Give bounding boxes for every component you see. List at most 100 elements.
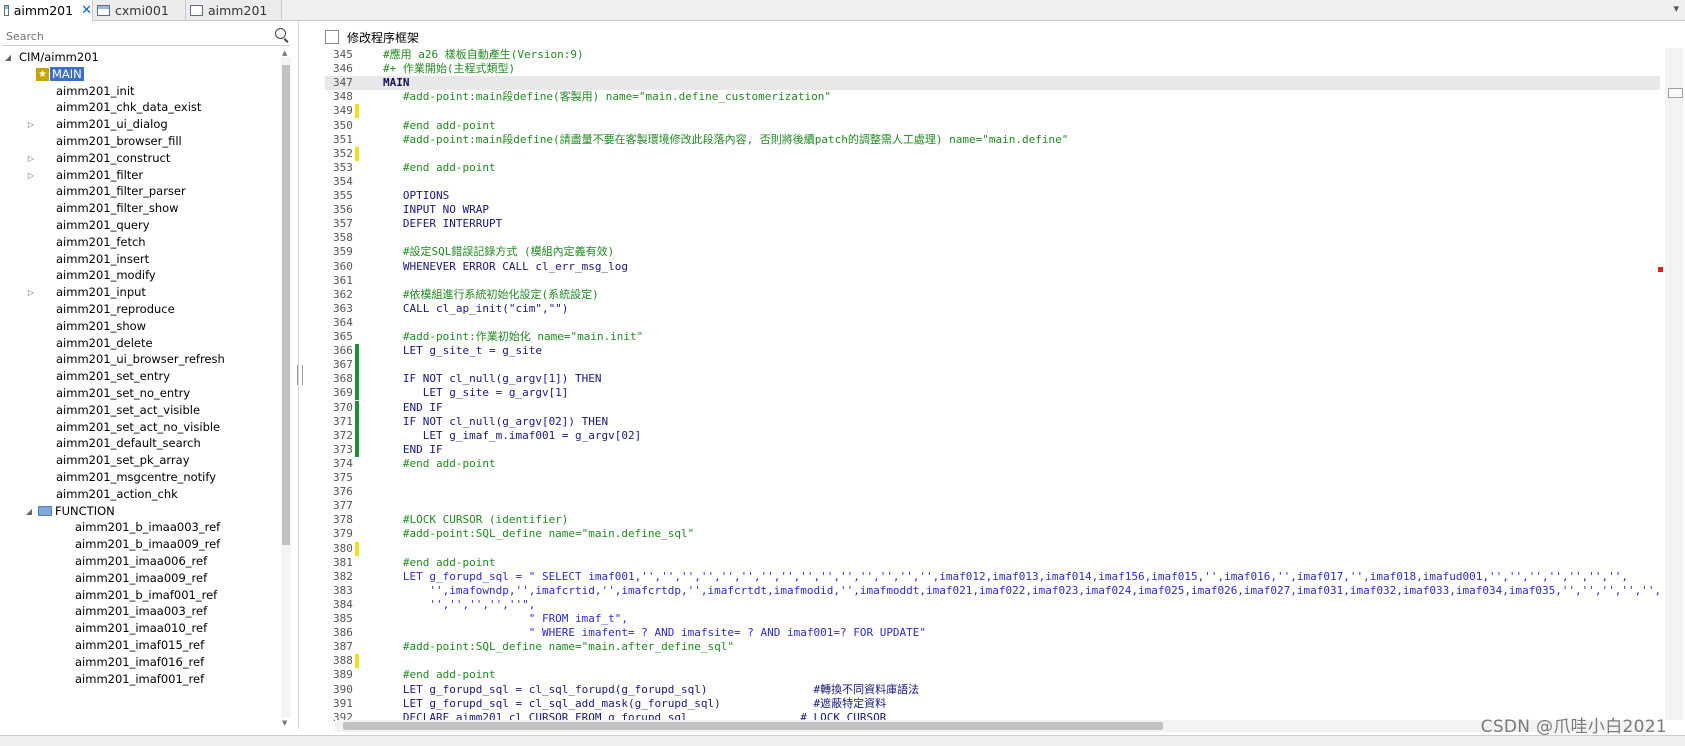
tree-item-function[interactable]: aimm201_init [56,83,135,100]
outline-scroll-thumb[interactable] [282,65,290,545]
code-line[interactable]: 385 " FROM imaf_t", [325,612,1660,626]
code-line[interactable]: 380 [325,541,1660,556]
code-line[interactable]: 384 '','','','',''", [325,598,1660,612]
code-line[interactable]: 379 #add-point:SQL_define name="main.def… [325,527,1660,541]
code-line[interactable]: 361 [325,274,1660,288]
tree-item-function[interactable]: aimm201_set_entry [56,368,170,385]
expand-arrow-icon[interactable]: ▷ [26,284,36,301]
code-line[interactable]: 386 " WHERE imafent= ? AND imafsite= ? A… [325,626,1660,640]
tree-item-function[interactable]: aimm201_query [56,217,150,234]
expand-arrow-icon[interactable]: ▷ [26,167,36,184]
tree-item-ref-function[interactable]: aimm201_b_imaa003_ref [75,519,220,536]
collapse-arrow-icon[interactable]: ◢ [3,49,13,66]
code-line[interactable]: 357 DEFER INTERRUPT [325,217,1660,231]
code-line[interactable]: 355 OPTIONS [325,189,1660,203]
tree-item-function[interactable]: aimm201_set_act_no_visible [56,419,220,436]
tree-item-function[interactable]: ▷ aimm201_input [28,284,146,301]
tree-item-ref-function[interactable]: aimm201_imaa003_ref [75,603,207,620]
code-line[interactable]: 345 #應用 a26 樣板自動產生(Version:9) [325,48,1660,62]
scroll-down-icon[interactable]: ▼ [282,719,287,727]
code-line[interactable]: 363 CALL cl_ap_init("cim","") [325,302,1660,316]
code-line[interactable]: 369 LET g_site = g_argv[1] [325,386,1660,401]
search-input[interactable] [4,27,270,45]
tree-item-ref-function[interactable]: aimm201_imaa009_ref [75,570,207,587]
tree-item-function[interactable]: aimm201_show [56,318,146,335]
tree-item-function[interactable]: ▷ aimm201_construct [28,150,170,167]
code-line[interactable]: 364 [325,316,1660,330]
tree-item-function[interactable]: aimm201_reproduce [56,301,175,318]
code-line[interactable]: 365 #add-point:作業初始化 name="main.init" [325,330,1660,344]
code-line[interactable]: 389 #end add-point [325,668,1660,682]
tree-item-function[interactable]: aimm201_msgcentre_notify [56,469,216,486]
tree-item-ref-function[interactable]: aimm201_b_imaf001_ref [75,587,217,604]
code-line[interactable]: 374 #end add-point [325,457,1660,471]
code-line[interactable]: 360 WHENEVER ERROR CALL cl_err_msg_log [325,260,1660,274]
tree-item-function[interactable]: aimm201_set_pk_array [56,452,190,469]
expand-arrow-icon[interactable]: ▷ [26,150,36,167]
editor-vscroll-thumb[interactable] [1668,88,1683,98]
code-line[interactable]: 358 [325,231,1660,245]
scroll-up-icon[interactable]: ▲ [282,49,287,57]
overview-error-marker[interactable] [1658,267,1663,272]
tab-cxmi001[interactable]: cxmi001 [93,0,186,20]
tree-root-cim-aimm201[interactable]: ◢ CIM/aimm201 [3,49,99,66]
tree-item-ref-function[interactable]: aimm201_imaf015_ref [75,637,204,654]
editor-hscroll-thumb[interactable] [343,722,1163,730]
tree-item-function[interactable]: ▷ aimm201_ui_dialog [28,116,168,133]
code-line[interactable]: 347 MAIN [325,76,1660,91]
tree-item-ref-function[interactable]: aimm201_b_imaa009_ref [75,536,220,553]
tree-item-ref-function[interactable]: aimm201_imaa006_ref [75,553,207,570]
tree-item-function[interactable]: aimm201_default_search [56,435,201,452]
expand-arrow-icon[interactable]: ▷ [26,116,36,133]
code-line[interactable]: 382 LET g_forupd_sql = " SELECT imaf001,… [325,570,1660,584]
editor-vertical-scrollbar[interactable] [1665,48,1683,720]
code-line[interactable]: 352 [325,146,1660,161]
code-line[interactable]: 372 LET g_imaf_m.imaf001 = g_argv[02] [325,428,1660,443]
code-line[interactable]: 346 #+ 作業開始(主程式類型) [325,62,1660,76]
code-line[interactable]: 366 LET g_site_t = g_site [325,344,1660,359]
tree-item-function[interactable]: aimm201_insert [56,251,149,268]
code-line[interactable]: 362 #依模組進行系統初始化設定(系統設定) [325,288,1660,302]
code-line[interactable]: 354 [325,175,1660,189]
code-line[interactable]: 390 LET g_forupd_sql = cl_sql_forupd(g_f… [325,683,1660,697]
code-line[interactable]: 349 [325,104,1660,119]
tree-item-function[interactable]: aimm201_filter_parser [56,183,186,200]
code-line[interactable]: 373 END IF [325,442,1660,457]
tree-item-ref-function[interactable]: aimm201_imaf016_ref [75,654,204,671]
collapse-arrow-icon[interactable]: ◢ [24,503,34,520]
code-line[interactable]: 388 [325,654,1660,669]
tab-list-chevron-icon[interactable]: ▾ [1673,2,1679,15]
code-line[interactable]: 387 #add-point:SQL_define name="main.aft… [325,640,1660,654]
pane-splitter-handle[interactable] [297,365,303,385]
tree-item-function[interactable]: aimm201_ui_browser_refresh [56,351,225,368]
code-line[interactable]: 378 #LOCK CURSOR (identifier) [325,513,1660,527]
close-icon[interactable]: ✕ [81,3,92,18]
code-line[interactable]: 371 IF NOT cl_null(g_argv[02]) THEN [325,414,1660,429]
tree-item-function[interactable]: aimm201_delete [56,335,153,352]
code-line[interactable]: 391 LET g_forupd_sql = cl_sql_add_mask(g… [325,697,1660,711]
code-editor[interactable]: 345 #應用 a26 樣板自動產生(Version:9) 346 #+ 作業開始(主… [325,48,1660,721]
tree-item-ref-function[interactable]: aimm201_imaf001_ref [75,671,204,688]
code-line[interactable]: 351 #add-point:main段define(請盡量不要在客製環境修改此… [325,133,1660,147]
code-line[interactable]: 359 #設定SQL錯誤記錄方式 (模組內定義有效) [325,245,1660,259]
code-line[interactable]: 381 #end add-point [325,556,1660,570]
tree-item-function[interactable]: aimm201_action_chk [56,486,178,503]
tree-item-function[interactable]: aimm201_modify [56,267,156,284]
code-line[interactable]: 353 #end add-point [325,161,1660,175]
code-line[interactable]: 376 [325,485,1660,499]
modify-framework-toggle[interactable]: 修改程序框架 [325,28,419,46]
tree-item-function[interactable]: aimm201_chk_data_exist [56,99,201,116]
code-line[interactable]: 368 IF NOT cl_null(g_argv[1]) THEN [325,372,1660,387]
modify-framework-checkbox[interactable] [325,30,339,44]
tree-folder-function[interactable]: ◢ FUNCTION [26,503,115,520]
editor-horizontal-scrollbar[interactable] [335,720,1655,732]
code-line[interactable]: 370 END IF [325,400,1660,415]
tree-item-function[interactable]: aimm201_fetch [56,234,146,251]
tab-aimm201-source[interactable]: aimm201 [186,0,282,20]
code-line[interactable]: 348 #add-point:main段define(客製用) name="ma… [325,90,1660,104]
code-line[interactable]: 356 INPUT NO WRAP [325,203,1660,217]
code-line[interactable]: 350 #end add-point [325,119,1660,133]
tree-item-function[interactable]: aimm201_set_no_entry [56,385,190,402]
tree-item-main[interactable]: ★ MAIN [36,66,84,83]
tree-item-function[interactable]: aimm201_set_act_visible [56,402,200,419]
